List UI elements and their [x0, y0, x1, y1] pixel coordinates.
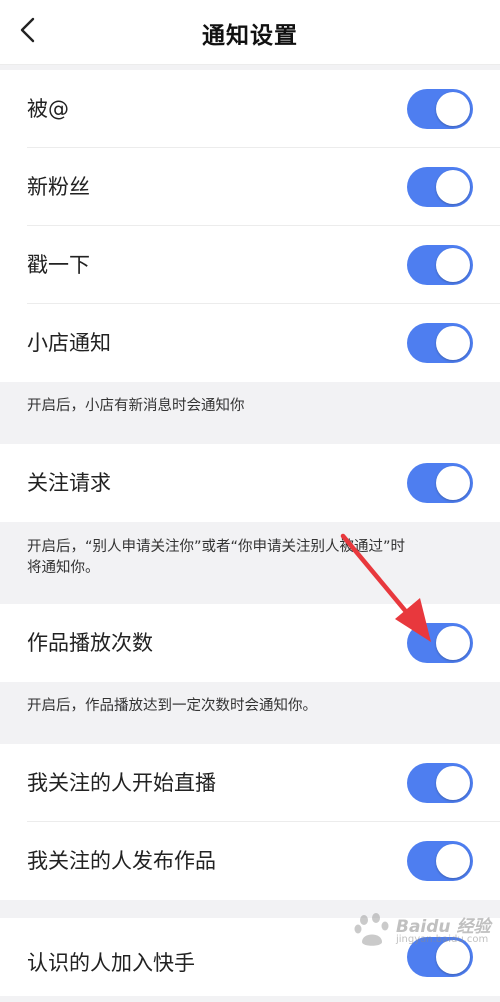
- toggle-knob: [436, 844, 470, 878]
- setting-label: 被@: [27, 97, 69, 121]
- toggle-knob: [436, 766, 470, 800]
- play-count-hint: 开启后，作品播放达到一定次数时会通知你。: [27, 698, 317, 714]
- new-works-toggle[interactable]: [407, 841, 473, 881]
- live-toggle[interactable]: [407, 763, 473, 803]
- follow-request-toggle[interactable]: [407, 463, 473, 503]
- setting-label: 我关注的人发布作品: [27, 849, 216, 873]
- setting-row-play-count: 作品播放次数: [0, 604, 500, 682]
- setting-label: 关注请求: [27, 471, 111, 495]
- toggle-knob: [436, 626, 470, 660]
- shop-hint: 开启后，小店有新消息时会通知你: [27, 398, 245, 414]
- setting-label: 作品播放次数: [27, 631, 153, 655]
- setting-row-live: 我关注的人开始直播: [0, 744, 500, 822]
- toggle-knob: [436, 248, 470, 282]
- shop-notification-toggle[interactable]: [407, 323, 473, 363]
- hint-line: 将通知你。: [27, 560, 100, 576]
- setting-label: 我关注的人开始直播: [27, 771, 216, 795]
- setting-row-mention: 被@: [0, 70, 500, 148]
- baidu-watermark: Baidu 经验 jingyan.baidu.com: [352, 910, 492, 950]
- toggle-knob: [436, 326, 470, 360]
- play-count-toggle[interactable]: [407, 623, 473, 663]
- toggle-knob: [436, 170, 470, 204]
- setting-row-new-fans: 新粉丝: [0, 148, 500, 226]
- toggle-knob: [436, 466, 470, 500]
- toggle-knob: [436, 92, 470, 126]
- paw-logo-icon: [354, 913, 389, 946]
- poke-toggle[interactable]: [407, 245, 473, 285]
- hint-line: 开启后，“别人申请关注你”或者“你申请关注别人被通过”时: [27, 539, 406, 555]
- setting-label: 小店通知: [27, 331, 111, 355]
- follow-request-hint: 开启后，“别人申请关注你”或者“你申请关注别人被通过”时 将通知你。: [27, 537, 477, 579]
- setting-row-new-works: 我关注的人发布作品: [0, 822, 500, 900]
- page-title: 通知设置: [202, 23, 298, 49]
- setting-label: 认识的人加入快手: [27, 951, 195, 975]
- setting-label: 戳一下: [27, 253, 90, 277]
- mention-toggle[interactable]: [407, 89, 473, 129]
- watermark-url: jingyan.baidu.com: [396, 934, 489, 945]
- setting-row-poke: 戳一下: [0, 226, 500, 304]
- new-fans-toggle[interactable]: [407, 167, 473, 207]
- setting-row-shop: 小店通知: [0, 304, 500, 382]
- setting-row-follow-request: 关注请求: [0, 444, 500, 522]
- nav-bar: 通知设置: [0, 0, 500, 65]
- setting-label: 新粉丝: [27, 175, 90, 199]
